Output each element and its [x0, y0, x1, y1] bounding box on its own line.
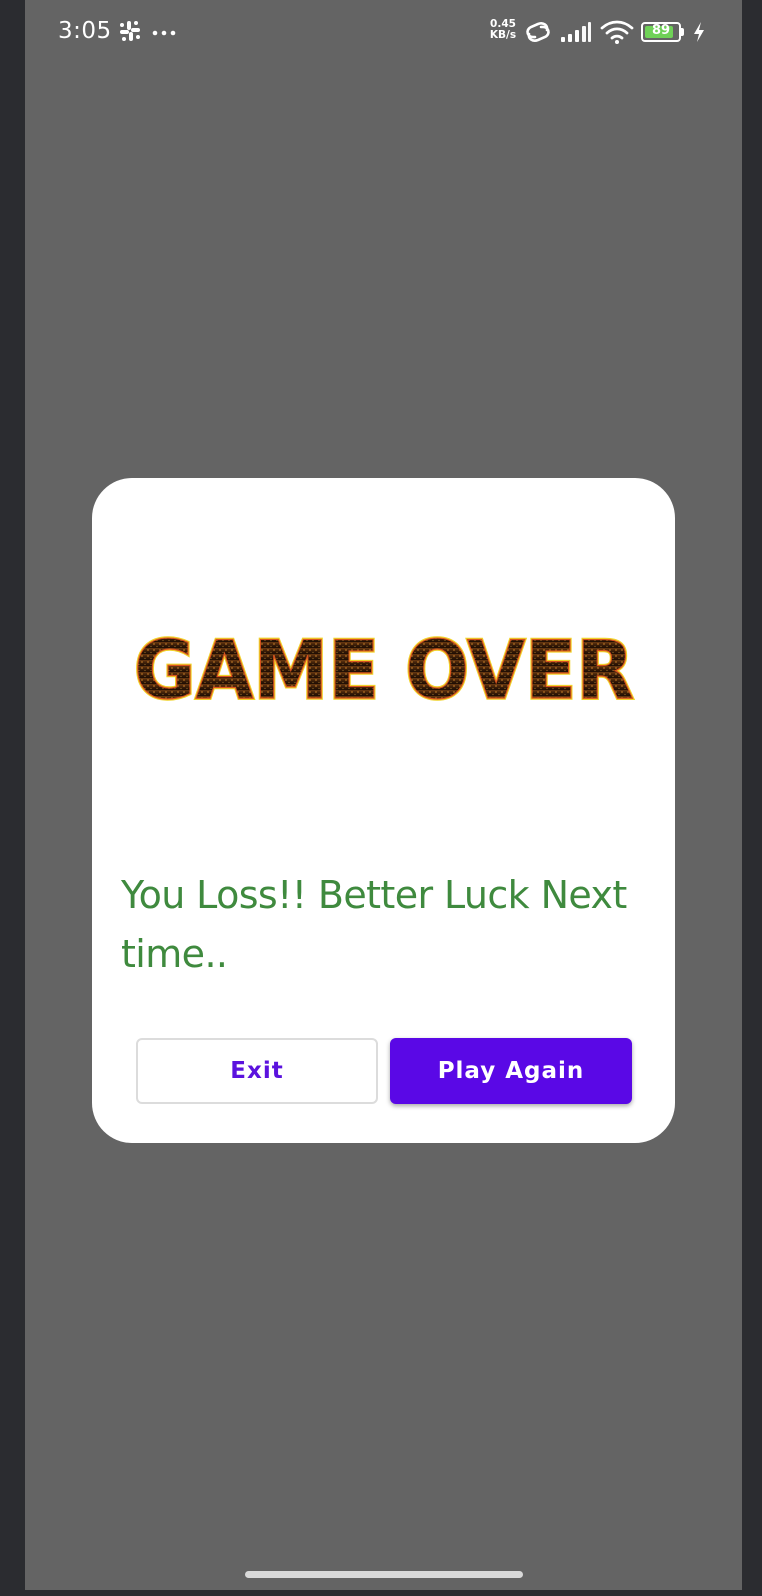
game-over-image: GAME OVER GAME OVER — [132, 630, 636, 710]
link-icon — [526, 22, 550, 42]
battery-icon: 89 — [641, 22, 685, 42]
game-over-image-outline: GAME OVER — [134, 630, 634, 710]
result-message: You Loss!! Better Luck Next time.. — [121, 873, 627, 976]
slack-icon — [120, 21, 140, 41]
game-over-dialog: GAME OVER GAME OVER You Loss!! Better Lu… — [92, 478, 675, 1143]
status-time: 3:05 — [58, 18, 112, 44]
more-icon — [152, 30, 176, 36]
home-indicator[interactable] — [245, 1571, 523, 1578]
signal-icon — [561, 22, 591, 42]
charging-bolt-icon — [694, 22, 704, 42]
status-bar: 3:05 0.45 KB/s 89 — [0, 0, 762, 66]
battery-level: 89 — [651, 23, 671, 38]
play-again-button[interactable]: Play Again — [390, 1038, 632, 1104]
exit-button[interactable]: Exit — [136, 1038, 378, 1104]
network-speed: 0.45 KB/s — [488, 19, 518, 41]
network-speed-unit: KB/s — [489, 29, 517, 41]
wifi-icon — [600, 20, 634, 44]
